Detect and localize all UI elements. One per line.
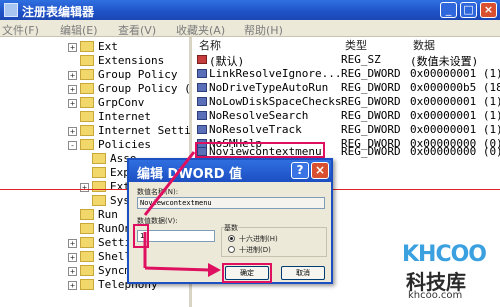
watermark-url: khcoo.com — [408, 290, 463, 301]
watermark-logo: KHCOO — [402, 242, 487, 267]
site-watermark: KHCOO 科技库 khcoo.com — [402, 232, 498, 304]
arrow-line-to-dialog — [143, 151, 196, 216]
arrow-head — [208, 263, 221, 277]
arrow-line-right — [144, 266, 211, 272]
